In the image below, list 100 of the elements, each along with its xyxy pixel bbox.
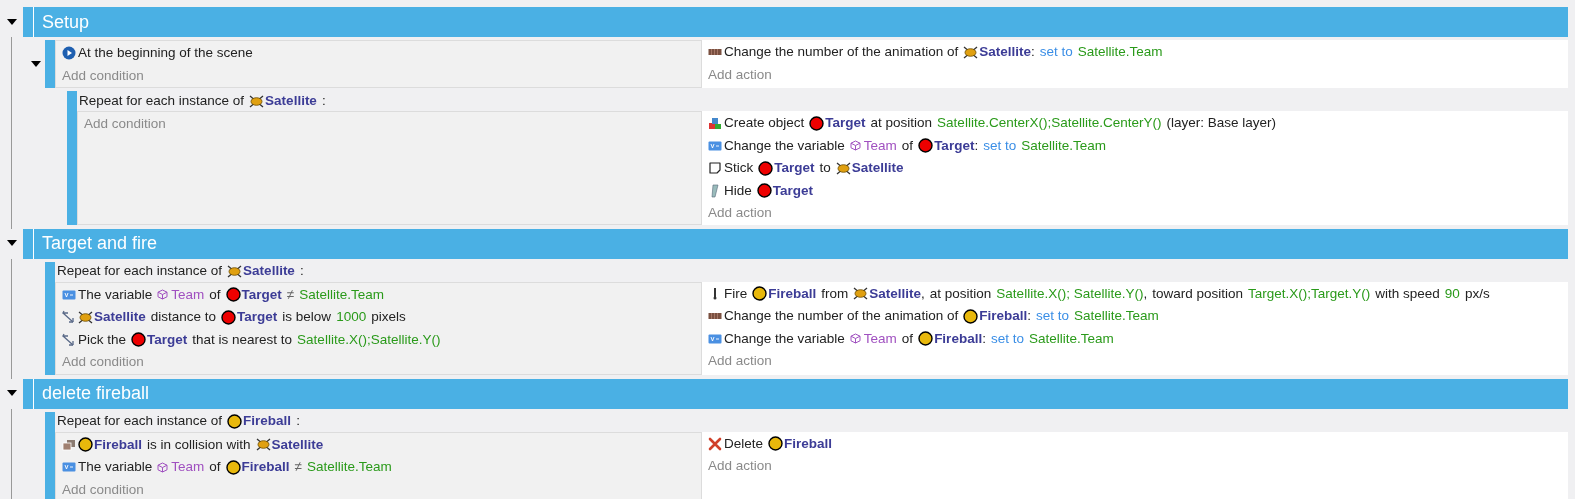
delete-icon	[708, 436, 722, 451]
play-icon	[62, 46, 76, 61]
operation-text: set to	[990, 329, 1024, 348]
parameter-value: Satellite.CenterX();Satellite.CenterY()	[937, 114, 1162, 133]
instruction-text: Repeat for each instance of	[79, 91, 245, 110]
instruction-text: ,	[921, 284, 925, 303]
add-action-link[interactable]: Add action	[708, 456, 772, 477]
instruction-text: to	[819, 159, 831, 178]
instruction-text: of	[209, 285, 221, 304]
instruction-text: toward position	[1152, 284, 1243, 303]
ball-icon	[227, 414, 243, 429]
ball-icon	[963, 308, 979, 324]
ball-icon	[758, 160, 774, 176]
add-condition-link[interactable]: Add condition	[84, 114, 166, 135]
instruction-text: :	[974, 136, 979, 155]
arrows-icon	[62, 332, 76, 347]
instruction-text: :	[1027, 307, 1031, 326]
object-name: Satellite	[265, 91, 317, 110]
instruction-text: :	[982, 329, 986, 348]
cube-icon	[849, 333, 861, 345]
object-name: Satellite	[851, 159, 904, 178]
instruction-text: distance to	[150, 308, 217, 327]
cube-icon	[849, 140, 861, 152]
parameter-value: 90	[1444, 284, 1460, 303]
variable-name: Team	[863, 329, 897, 348]
object-name: Target	[147, 330, 188, 349]
instruction-text: The variable	[78, 285, 153, 304]
parameter-value: Satellite.Team	[1077, 43, 1163, 62]
variable-icon	[62, 460, 76, 475]
add-condition-link[interactable]: Add condition	[62, 479, 144, 499]
object-name: Satellite	[979, 43, 1031, 62]
ball-icon	[225, 459, 241, 475]
object-name: Fireball	[768, 284, 817, 303]
shapes-icon	[708, 116, 722, 131]
instruction-text: At the beginning of the scene	[78, 44, 253, 63]
ball-icon	[131, 332, 147, 348]
instruction-text: is below	[282, 308, 332, 327]
parameter-value: Satellite.Team	[1073, 307, 1159, 326]
add-condition-link[interactable]: Add condition	[62, 352, 144, 373]
instruction-text: that is nearest to	[192, 330, 293, 349]
instruction-text: at position	[929, 284, 992, 303]
object-name: Fireball	[784, 434, 833, 453]
ball-icon	[225, 287, 241, 303]
add-action-link[interactable]: Add action	[708, 203, 772, 224]
instruction-text: pixels	[371, 308, 406, 327]
ball-icon	[78, 437, 93, 453]
instruction-text: of	[209, 458, 221, 477]
operator-symbol: ≠	[286, 285, 295, 304]
collapse-toggle[interactable]	[6, 18, 17, 26]
cube-icon	[157, 461, 169, 473]
group-title: Setup	[42, 10, 90, 34]
ball-icon	[756, 183, 772, 199]
object-name: Satellite	[869, 284, 922, 303]
instruction-text: Change the variable	[724, 136, 845, 155]
instruction-text: Change the number of the animation of	[724, 307, 959, 326]
instruction-text: Repeat for each instance of	[57, 262, 223, 281]
instruction-text: Change the variable	[724, 329, 845, 348]
parameter-value: 1000	[336, 308, 367, 327]
instruction-text: at position	[870, 114, 933, 133]
note-icon	[708, 161, 722, 176]
object-name: Fireball	[243, 412, 292, 431]
group-header[interactable]: Target and fire	[23, 228, 1568, 259]
collapse-toggle[interactable]	[6, 239, 17, 248]
ball-icon	[918, 138, 934, 154]
instruction-text: Stick	[724, 159, 754, 178]
ball-icon	[809, 115, 825, 131]
parameter-value: Satellite.Team	[299, 285, 385, 304]
ball-icon	[752, 286, 768, 302]
add-action-link[interactable]: Add action	[708, 64, 772, 85]
variable-name: Team	[863, 136, 897, 155]
collapse-toggle[interactable]	[6, 389, 17, 398]
instruction-text: from	[821, 284, 849, 303]
squares-icon	[62, 437, 76, 452]
ball-icon	[918, 331, 934, 347]
instruction-text: Fire	[724, 284, 748, 303]
instruction-text: Create object	[724, 114, 805, 133]
variable-name: Team	[171, 285, 205, 304]
ball-icon	[221, 309, 237, 325]
instruction-text: Pick the	[78, 330, 127, 349]
parameter-value: Satellite.Team	[1028, 329, 1114, 348]
group-header[interactable]: delete fireball	[23, 378, 1568, 409]
collapse-toggle[interactable]	[31, 60, 41, 68]
instruction-text: Hide	[724, 181, 752, 200]
instruction-text: of	[901, 136, 914, 155]
satellite-icon	[835, 161, 851, 175]
object-name: Fireball	[94, 435, 142, 454]
object-name: Target	[772, 181, 814, 200]
eraser-icon	[708, 183, 722, 198]
group-title: Target and fire	[42, 232, 158, 255]
object-name: Target	[825, 114, 866, 133]
instruction-text: ,	[1143, 284, 1148, 303]
add-condition-link[interactable]: Add condition	[62, 65, 144, 86]
object-name: Target	[241, 285, 282, 304]
add-action-link[interactable]: Add action	[708, 351, 772, 372]
group-header[interactable]: Setup	[23, 7, 1568, 37]
instruction-text: with speed	[1375, 284, 1440, 303]
instruction-text: :	[321, 91, 326, 110]
variable-name: Team	[171, 458, 205, 477]
object-name: Target	[237, 308, 278, 327]
group-title: delete fireball	[42, 382, 150, 405]
